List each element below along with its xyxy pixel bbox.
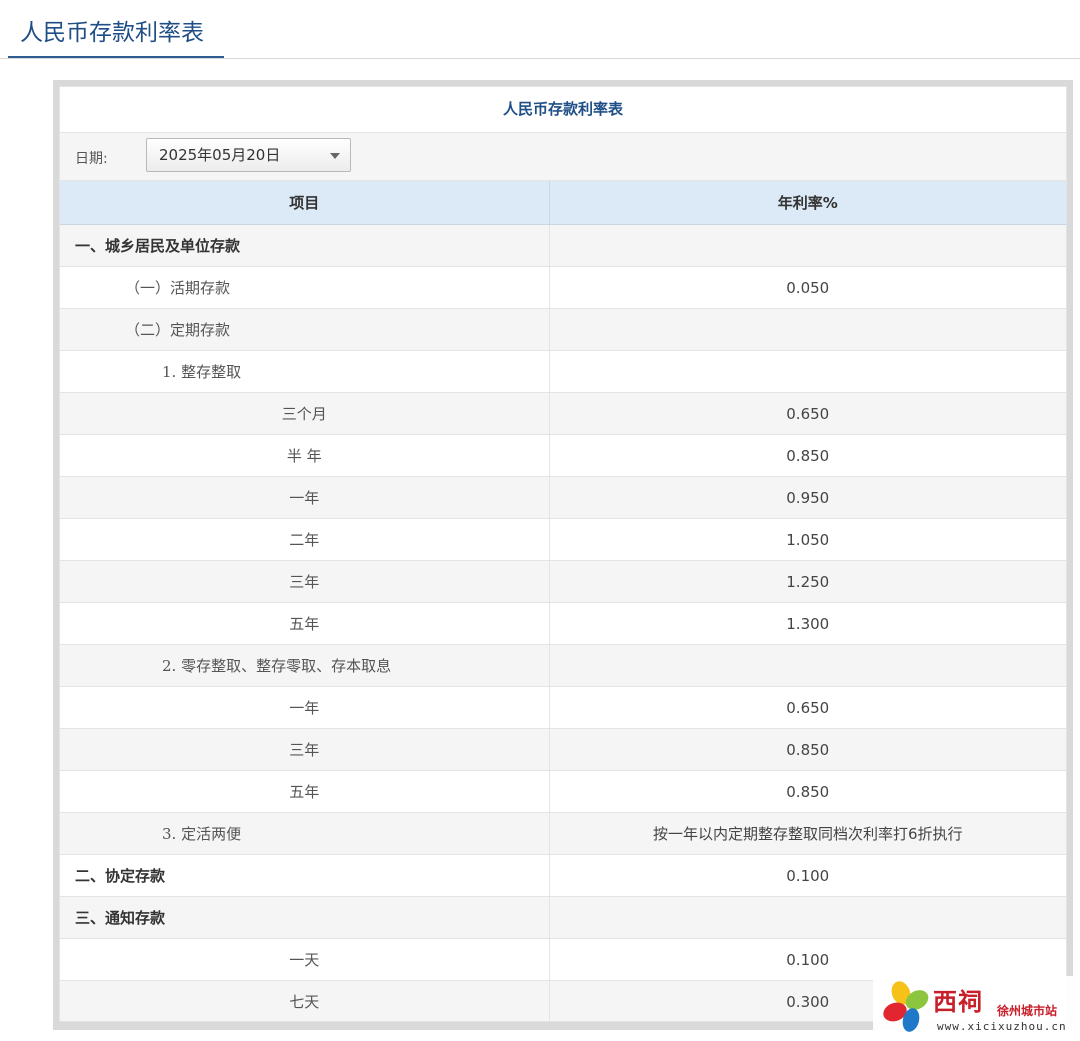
row-rate: 0.850	[549, 770, 1066, 813]
table-title: 人民币存款利率表	[60, 87, 1066, 133]
row-rate: 0.850	[549, 728, 1066, 771]
rate-table: 项目 年利率% 一、城乡居民及单位存款 （一）活期存款 0.050 （二）定期存款 1.…	[60, 181, 1066, 1021]
row-rate	[549, 896, 1066, 939]
row-rate: 0.950	[549, 476, 1066, 519]
date-select-value: 2025年05月20日	[159, 146, 281, 164]
chevron-down-icon[interactable]	[330, 153, 340, 159]
date-label: 日期:	[75, 151, 108, 167]
rate-table-body: 一、城乡居民及单位存款 （一）活期存款 0.050 （二）定期存款 1. 整存整取 三个月…	[60, 224, 1066, 1021]
row-label: 二年	[60, 518, 550, 561]
site-watermark: 西祠 徐州城市站 www.xicixuzhou.cn	[873, 976, 1078, 1038]
row-label: 二、协定存款	[60, 854, 550, 897]
table-row: 三个月 0.650	[60, 392, 1066, 435]
table-row: （一）活期存款 0.050	[60, 266, 1066, 309]
row-label: 一、城乡居民及单位存款	[60, 224, 550, 267]
row-label: 一天	[60, 938, 550, 981]
row-rate: 0.650	[549, 392, 1066, 435]
rate-table-panel: 人民币存款利率表 日期: 2025年05月20日 项目 年利率% 一、城乡居民及…	[59, 86, 1067, 1022]
table-row: 二年 1.050	[60, 518, 1066, 561]
title-underline	[8, 56, 224, 58]
row-label: 七天	[60, 980, 550, 1021]
row-label: 一年	[60, 686, 550, 729]
row-label: 三个月	[60, 392, 550, 435]
table-row: 一天 0.100	[60, 938, 1066, 981]
pinwheel-logo-icon	[883, 981, 929, 1032]
row-label: （二）定期存款	[60, 308, 550, 351]
row-label: 三、通知存款	[60, 896, 550, 939]
table-row: 一年 0.650	[60, 686, 1066, 729]
row-rate: 0.650	[549, 686, 1066, 729]
row-rate: 0.100	[549, 938, 1066, 981]
table-row: 三年 1.250	[60, 560, 1066, 603]
row-label: 1. 整存整取	[60, 350, 550, 393]
row-label: 一年	[60, 476, 550, 519]
watermark-url: www.xicixuzhou.cn	[937, 1020, 1067, 1033]
date-select[interactable]: 2025年05月20日	[146, 138, 351, 172]
table-row: 一年 0.950	[60, 476, 1066, 519]
row-rate	[549, 308, 1066, 351]
row-label: 五年	[60, 602, 550, 645]
column-header-item: 项目	[60, 181, 550, 225]
table-row: 二、协定存款 0.100	[60, 854, 1066, 897]
row-rate	[549, 644, 1066, 687]
date-filter-row: 日期: 2025年05月20日	[60, 133, 1066, 181]
column-header-rate: 年利率%	[549, 181, 1066, 225]
table-row: 2. 零存整取、整存零取、存本取息	[60, 644, 1066, 687]
rate-table-frame: 人民币存款利率表 日期: 2025年05月20日 项目 年利率% 一、城乡居民及…	[53, 80, 1073, 1030]
table-row: 三年 0.850	[60, 728, 1066, 771]
row-rate: 1.250	[549, 560, 1066, 603]
row-label: 3. 定活两便	[60, 812, 550, 855]
table-row: 三、通知存款	[60, 896, 1066, 939]
row-label: 半 年	[60, 434, 550, 477]
row-rate: 0.850	[549, 434, 1066, 477]
table-row: 半 年 0.850	[60, 434, 1066, 477]
table-row: （二）定期存款	[60, 308, 1066, 351]
table-header-row: 项目 年利率%	[60, 181, 1066, 225]
row-label: 三年	[60, 728, 550, 771]
row-rate: 0.100	[549, 854, 1066, 897]
row-rate: 0.050	[549, 266, 1066, 309]
row-rate	[549, 224, 1066, 267]
row-label: 2. 零存整取、整存零取、存本取息	[60, 644, 550, 687]
page-header: 人民币存款利率表	[0, 0, 1080, 59]
table-row: 五年 0.850	[60, 770, 1066, 813]
row-rate: 按一年以内定期整存整取同档次利率打6折执行	[549, 812, 1066, 855]
table-row: 1. 整存整取	[60, 350, 1066, 393]
watermark-brand: 西祠	[933, 987, 983, 1016]
row-rate: 1.300	[549, 602, 1066, 645]
page-title: 人民币存款利率表	[20, 20, 204, 46]
row-rate	[549, 350, 1066, 393]
watermark-city: 徐州城市站	[997, 1004, 1058, 1018]
row-label: 五年	[60, 770, 550, 813]
table-row: 五年 1.300	[60, 602, 1066, 645]
row-rate: 1.050	[549, 518, 1066, 561]
row-label: 三年	[60, 560, 550, 603]
table-row: 3. 定活两便 按一年以内定期整存整取同档次利率打6折执行	[60, 812, 1066, 855]
table-row: 一、城乡居民及单位存款	[60, 224, 1066, 267]
row-label: （一）活期存款	[60, 266, 550, 309]
